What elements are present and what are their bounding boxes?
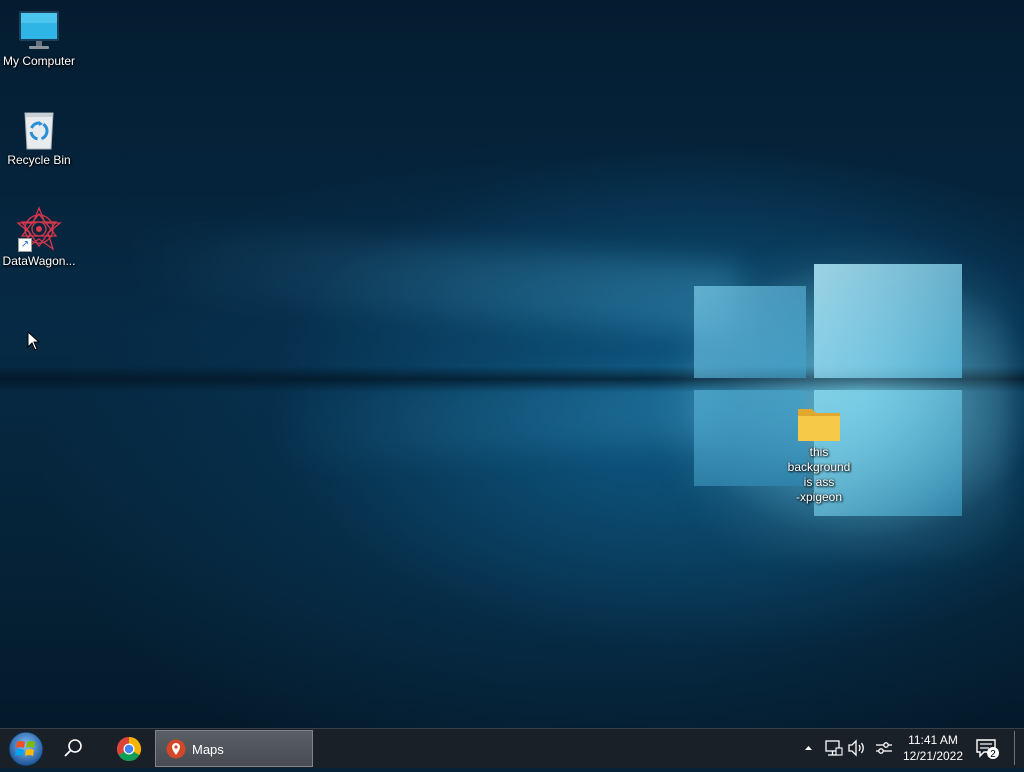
notification-count: 2 bbox=[990, 749, 996, 760]
network-tray-button[interactable] bbox=[822, 737, 844, 759]
desktop-wallpaper bbox=[0, 0, 1024, 728]
network-icon bbox=[825, 740, 843, 756]
taskbar-chrome-button[interactable] bbox=[112, 733, 146, 765]
action-center-button[interactable]: 2 bbox=[974, 737, 1002, 761]
folder-label-line: this bbox=[809, 445, 829, 459]
tray-settings-icon bbox=[876, 742, 892, 754]
logo-pane bbox=[694, 286, 806, 378]
taskbar-clock[interactable]: 11:41 AM 12/21/2022 bbox=[900, 732, 966, 764]
maps-pin-icon bbox=[166, 739, 186, 759]
search-button[interactable] bbox=[58, 733, 88, 765]
desktop-icon-my-computer[interactable]: My Computer bbox=[0, 8, 79, 69]
folder-label-line: background bbox=[787, 460, 851, 474]
folder-label-line: -xpigeon bbox=[795, 490, 843, 504]
show-hidden-icons-button[interactable] bbox=[800, 737, 822, 759]
chevron-up-icon bbox=[805, 746, 812, 750]
show-desktop-button[interactable] bbox=[1014, 731, 1021, 765]
desktop-icon-label: DataWagon... bbox=[2, 254, 76, 268]
desktop-icon-datawagon[interactable]: ↗ DataWagon... bbox=[0, 206, 79, 269]
datawagon-icon: ↗ bbox=[16, 206, 62, 252]
notification-icon: 2 bbox=[976, 739, 999, 760]
clock-date: 12/21/2022 bbox=[902, 749, 964, 763]
desktop-icon-folder[interactable]: this background is ass -xpigeon bbox=[779, 405, 859, 505]
taskbar-maps-window-button[interactable]: Maps bbox=[155, 730, 313, 767]
desktop-icon-label: My Computer bbox=[2, 54, 76, 68]
recycle-bin-icon bbox=[17, 107, 61, 151]
light-beam bbox=[117, 222, 741, 336]
volume-tray-button[interactable] bbox=[846, 737, 868, 759]
logo-pane bbox=[814, 264, 962, 378]
search-icon bbox=[64, 739, 82, 757]
chrome-icon bbox=[116, 737, 142, 762]
tray-settings-button[interactable] bbox=[873, 737, 895, 759]
shortcut-arrow-icon: ↗ bbox=[18, 238, 32, 252]
start-orb-icon bbox=[8, 731, 44, 767]
clock-time: 11:41 AM bbox=[908, 733, 958, 747]
start-button[interactable] bbox=[7, 731, 45, 767]
folder-icon bbox=[797, 405, 841, 443]
desktop-icon-label: Recycle Bin bbox=[7, 153, 71, 167]
mouse-cursor-icon bbox=[27, 330, 41, 351]
desktop-icon-recycle-bin[interactable]: Recycle Bin bbox=[0, 107, 79, 168]
folder-label-line: is ass bbox=[803, 475, 835, 489]
volume-icon bbox=[848, 739, 864, 757]
taskbar: Maps 11:41 AM 12/21/2022 2 bbox=[0, 728, 1024, 768]
taskbar-window-title: Maps bbox=[192, 742, 224, 757]
monitor-icon bbox=[17, 8, 61, 52]
